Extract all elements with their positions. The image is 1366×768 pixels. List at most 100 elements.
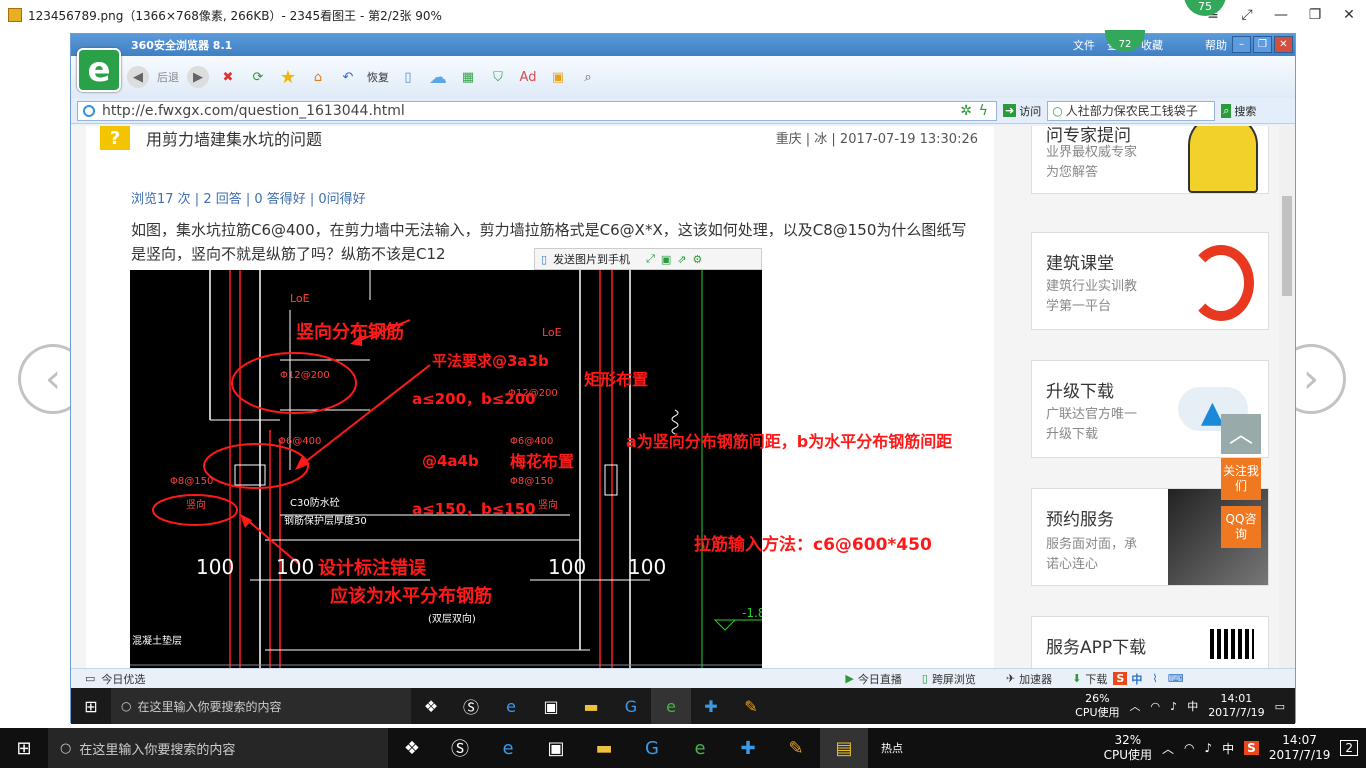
folder-icon[interactable]: ▬ (580, 728, 628, 768)
forward-icon[interactable]: ▶ (187, 66, 209, 88)
cad-label-c30: C30防水砼 (290, 498, 340, 509)
inner-folder-icon[interactable]: ▬ (571, 688, 611, 724)
app-g-icon[interactable]: G (628, 728, 676, 768)
viewer-close-button[interactable]: ✕ (1332, 0, 1366, 30)
clock[interactable]: 14:07 2017/7/19 (1269, 733, 1331, 763)
share-icon[interactable]: ⇗ (677, 253, 686, 266)
status-download[interactable]: 下载 (1085, 671, 1107, 687)
browser-minimize-button[interactable]: – (1232, 36, 1251, 53)
status-accelerator[interactable]: 加速器 (1019, 671, 1052, 687)
app-note-icon[interactable]: ✎ (772, 728, 820, 768)
inner-taskview-icon[interactable]: ❖ (411, 688, 451, 724)
follow-us-button[interactable]: 关注我们 (1221, 458, 1261, 500)
viewer-maximize-button[interactable]: ❐ (1298, 0, 1332, 30)
inner-edge-icon[interactable]: e (491, 688, 531, 724)
expand-icon[interactable]: ⤢ (646, 252, 655, 266)
refresh-small-icon[interactable]: ✲ (960, 103, 972, 119)
inner-start-icon[interactable]: ⊞ (71, 688, 111, 724)
menu-help[interactable]: 帮助 (1205, 37, 1227, 53)
notification-center-icon[interactable]: 2 (1340, 740, 1358, 756)
shield-icon[interactable]: ⛉ (487, 66, 509, 88)
save-icon[interactable]: ▣ (661, 253, 671, 266)
viewer-title-text: 123456789.png（1366×768像素, 266KB）- 2345看图… (28, 8, 442, 23)
store-icon[interactable]: ▣ (532, 728, 580, 768)
status-cross-screen[interactable]: 跨屏浏览 (932, 671, 976, 687)
app-360-icon[interactable]: e (676, 728, 724, 768)
back-to-top-button[interactable]: ︿ (1221, 414, 1261, 454)
favorite-star-icon[interactable]: ★ (277, 66, 299, 88)
back-icon[interactable]: ◀ (127, 66, 149, 88)
hot-news-icon[interactable]: 热点 (868, 728, 916, 768)
menu-file[interactable]: 文件 (1073, 37, 1095, 53)
inner-store-icon[interactable]: ▣ (531, 688, 571, 724)
app-plus-icon[interactable]: ✚ (724, 728, 772, 768)
viewer-fullscreen-icon[interactable]: ⤢ (1230, 0, 1264, 30)
start-icon[interactable]: ⊞ (0, 728, 48, 768)
inner-app-plus-icon[interactable]: ✚ (691, 688, 731, 724)
inner-clock[interactable]: 14:01 2017/7/19 (1208, 692, 1264, 720)
address-url[interactable]: http://e.fwxgx.com/question_1613044.html (102, 103, 405, 119)
sogou-ime-icon[interactable]: S (1113, 672, 1128, 685)
question-title: 用剪力墙建集水坑的问题 (146, 130, 323, 149)
cloud-icon[interactable]: ☁ (427, 66, 449, 88)
address-input[interactable]: http://e.fwxgx.com/question_1613044.html… (77, 100, 997, 121)
sogou-icon[interactable]: S (1244, 741, 1259, 755)
menu-favorites[interactable]: 收藏 (1141, 37, 1163, 53)
adblock-icon[interactable]: Ad (517, 66, 539, 88)
search-input[interactable]: ○ 人社部力保农民工钱袋子 (1047, 100, 1216, 121)
inner-app-note-icon[interactable]: ✎ (731, 688, 771, 724)
web-page: ? 用剪力墙建集水坑的问题 重庆 | 冰 | 2017-07-19 13:30:… (71, 126, 1295, 680)
browser-close-button[interactable]: ✕ (1274, 36, 1293, 53)
search-button[interactable]: ⌕ 搜索 (1221, 103, 1256, 119)
ime-mic-icon[interactable]: ⌇ (1152, 672, 1157, 685)
browser-2345-icon[interactable]: Ⓢ (436, 728, 484, 768)
taskbar-search[interactable]: ○ 在这里输入你要搜索的内容 (48, 728, 388, 768)
ime-chinese-icon[interactable]: 中 (1131, 671, 1142, 687)
inner-tray-up-icon[interactable]: ︿ (1130, 698, 1141, 714)
ime-indicator[interactable]: 中 (1222, 740, 1234, 757)
speed-icon[interactable]: ϟ (979, 103, 988, 119)
home-icon[interactable]: ⌂ (307, 66, 329, 88)
inner-wifi-icon[interactable]: ◠ (1151, 700, 1161, 713)
back-label[interactable]: 后退 (157, 69, 179, 85)
qq-consult-button[interactable]: QQ咨询 (1221, 506, 1261, 548)
stop-icon[interactable]: ✖ (217, 66, 239, 88)
vertical-scrollbar[interactable] (1279, 126, 1295, 680)
inner-taskbar-search[interactable]: ○ 在这里输入你要搜索的内容 (111, 688, 411, 724)
apps-icon[interactable]: ▦ (457, 66, 479, 88)
inner-app-g-icon[interactable]: G (611, 688, 651, 724)
inner-ime[interactable]: 中 (1187, 698, 1198, 714)
inner-browser-2345-icon[interactable]: Ⓢ (451, 688, 491, 724)
image-viewer-icon[interactable]: ▤ (820, 728, 868, 768)
taskview-icon[interactable]: ❖ (388, 728, 436, 768)
inner-360-icon[interactable]: e (651, 688, 691, 724)
settings-gear-icon[interactable]: ⚙ (693, 253, 703, 266)
tray-up-icon[interactable]: ︿ (1162, 740, 1174, 757)
status-today-pick[interactable]: 今日优选 (101, 671, 145, 687)
cad-drawing: LoE LoE Φ12@200 Φ12@200 Φ6@400 Φ6@400 Φ8… (130, 270, 762, 680)
visit-button[interactable]: ➜ 访问 (1003, 103, 1041, 119)
restore-icon[interactable]: ↶ (337, 66, 359, 88)
card-building-class[interactable]: 建筑课堂 建筑行业实训教 学第一平台 (1031, 232, 1269, 330)
send-phone-icon[interactable]: ▯ (541, 253, 547, 266)
card-ask-expert[interactable]: 问专家提问 业界最权威专家 为您解答 (1031, 126, 1269, 194)
phone-icon[interactable]: ▯ (397, 66, 419, 88)
wifi-icon[interactable]: ◠ (1184, 741, 1194, 755)
ime-keyboard-icon[interactable]: ⌨ (1168, 672, 1184, 685)
search-value[interactable]: 人社部力保农民工钱袋子 (1066, 102, 1198, 119)
inner-tray: 26% CPU使用 ︿ ◠ ♪ 中 14:01 2017/7/19 ▭ (1075, 692, 1295, 720)
inner-volume-icon[interactable]: ♪ (1170, 700, 1177, 713)
tools-icon[interactable]: ▣ (547, 66, 569, 88)
send-to-phone-button[interactable]: 发送图片到手机 (553, 251, 630, 267)
restore-label[interactable]: 恢复 (367, 69, 389, 85)
inner-notification-icon[interactable]: ▭ (1275, 700, 1285, 713)
viewer-minimize-button[interactable]: — (1264, 0, 1298, 30)
status-live[interactable]: 今日直播 (858, 671, 902, 687)
edge-icon[interactable]: e (484, 728, 532, 768)
refresh-icon[interactable]: ⟳ (247, 66, 269, 88)
zoom-icon[interactable]: ⌕ (577, 66, 599, 88)
question-stats[interactable]: 浏览17 次 | 2 回答 | 0 答得好 | 0问得好 (131, 188, 366, 207)
browser-maximize-button[interactable]: ❐ (1253, 36, 1272, 53)
volume-icon[interactable]: ♪ (1204, 741, 1212, 755)
scroll-thumb[interactable] (1282, 196, 1292, 296)
